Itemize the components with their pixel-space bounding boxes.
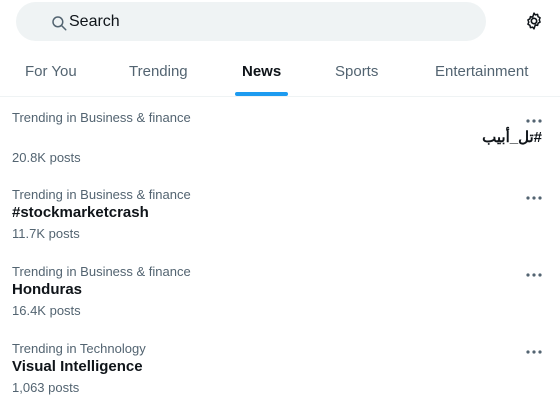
trend-name: Visual Intelligence [12,358,143,375]
trend-post-count: 20.8K posts [12,150,81,165]
more-options-icon[interactable] [524,345,544,359]
trend-item[interactable]: Trending in Business & finance Honduras … [0,264,560,341]
trend-item[interactable]: Trending in Technology Visual Intelligen… [0,341,560,408]
more-options-icon[interactable] [524,268,544,282]
tab-for-you[interactable]: For You [0,46,98,96]
trend-context: Trending in Technology [12,341,146,356]
search-input[interactable]: Search [69,13,120,31]
more-options-icon[interactable] [524,191,544,205]
tab-label: Trending [129,63,188,80]
tab-label: Sports [335,63,379,80]
trend-post-count: 11.7K posts [12,226,80,241]
trend-post-count: 1,063 posts [12,380,80,395]
top-bar: Search [0,0,560,44]
more-options-icon[interactable] [524,114,544,128]
trend-name: #stockmarketcrash [12,204,149,221]
tab-sports[interactable]: Sports [318,46,398,96]
trend-context: Trending in Business & finance [12,110,191,125]
trend-name: #تل_أبيب [482,129,542,146]
trend-post-count: 16.4K posts [12,303,81,318]
tab-label: News [242,63,282,80]
trend-context: Trending in Business & finance [12,187,191,202]
tab-trending[interactable]: Trending [110,46,210,96]
tab-entertainment[interactable]: Entertainment [418,46,560,96]
tab-bar: For You Trending News Sports Entertainme… [0,46,560,97]
trend-item[interactable]: Trending in Business & finance #تل_أبيب … [0,110,560,187]
search-icon [52,16,67,31]
tab-label: Entertainment [435,63,529,80]
trend-name: Honduras [12,281,83,298]
tab-label: For You [25,63,77,80]
gear-icon[interactable] [524,11,544,31]
trend-item[interactable]: Trending in Business & finance #stockmar… [0,187,560,264]
trend-context: Trending in Business & finance [12,264,191,279]
active-tab-indicator [235,92,288,96]
tab-news[interactable]: News [222,46,302,96]
